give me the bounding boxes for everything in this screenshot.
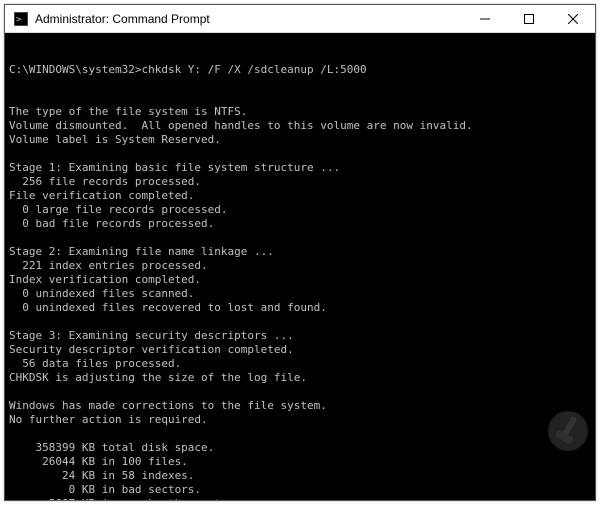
titlebar[interactable]: > Administrator: Command Prompt xyxy=(5,5,595,33)
command-text: chkdsk Y: /F /X /sdcleanup /L:5000 xyxy=(141,63,366,76)
output-line: Index verification completed. xyxy=(9,273,591,287)
output-line: 358399 KB total disk space. xyxy=(9,441,591,455)
output-line: 0 large file records processed. xyxy=(9,203,591,217)
output-line: Volume label is System Reserved. xyxy=(9,133,591,147)
window-controls xyxy=(463,5,595,32)
console-output[interactable]: C:\WINDOWS\system32>chkdsk Y: /F /X /sdc… xyxy=(5,33,595,500)
output-line: 0 unindexed files recovered to lost and … xyxy=(9,301,591,315)
output-line xyxy=(9,315,591,329)
cmd-icon: > xyxy=(13,11,29,27)
output-line xyxy=(9,231,591,245)
output-line: 221 index entries processed. xyxy=(9,259,591,273)
prompt-line: C:\WINDOWS\system32>chkdsk Y: /F /X /sdc… xyxy=(9,63,591,77)
close-button[interactable] xyxy=(551,5,595,32)
output-block: The type of the file system is NTFS.Volu… xyxy=(9,105,591,500)
maximize-button[interactable] xyxy=(507,5,551,32)
minimize-button[interactable] xyxy=(463,5,507,32)
svg-text:>: > xyxy=(16,15,22,25)
output-line xyxy=(9,427,591,441)
output-line: The type of the file system is NTFS. xyxy=(9,105,591,119)
output-line: CHKDSK is adjusting the size of the log … xyxy=(9,371,591,385)
output-line: Stage 2: Examining file name linkage ... xyxy=(9,245,591,259)
output-line: Volume dismounted. All opened handles to… xyxy=(9,119,591,133)
output-line xyxy=(9,385,591,399)
output-line: 0 bad file records processed. xyxy=(9,217,591,231)
output-line: 24 KB in 58 indexes. xyxy=(9,469,591,483)
output-line: 256 file records processed. xyxy=(9,175,591,189)
output-line: 0 KB in bad sectors. xyxy=(9,483,591,497)
output-line: Stage 3: Examining security descriptors … xyxy=(9,329,591,343)
output-line: Windows has made corrections to the file… xyxy=(9,399,591,413)
output-line: 26044 KB in 100 files. xyxy=(9,455,591,469)
output-line xyxy=(9,147,591,161)
window-title: Administrator: Command Prompt xyxy=(35,12,463,26)
output-line: Security descriptor verification complet… xyxy=(9,343,591,357)
output-line: No further action is required. xyxy=(9,413,591,427)
output-line: File verification completed. xyxy=(9,189,591,203)
output-line: 0 unindexed files scanned. xyxy=(9,287,591,301)
output-line: Stage 1: Examining basic file system str… xyxy=(9,161,591,175)
command-prompt-window: > Administrator: Command Prompt C:\WINDO… xyxy=(4,4,596,501)
prompt: C:\WINDOWS\system32> xyxy=(9,63,141,76)
output-line: 56 data files processed. xyxy=(9,357,591,371)
output-line: 5687 KB in use by the system. xyxy=(9,497,591,500)
